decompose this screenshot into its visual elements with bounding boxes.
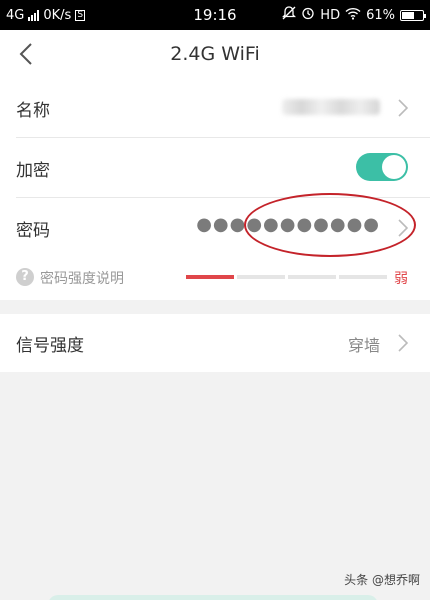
page-title: 2.4G WiFi: [170, 43, 260, 65]
mute-bell-icon: [282, 6, 297, 24]
password-strength-row: ? 密码强度说明 弱: [0, 258, 430, 300]
strength-bar-segment: [339, 275, 387, 279]
wifi-icon: [345, 7, 361, 24]
status-right: HD 61%: [282, 0, 426, 30]
name-label: 名称: [16, 101, 50, 121]
watermark: 头条 @想乔啊: [344, 573, 420, 587]
encryption-toggle[interactable]: [356, 153, 408, 181]
strength-bar-segment: [237, 275, 285, 279]
signal-label: 信号强度: [16, 336, 84, 356]
encryption-row: 加密: [0, 138, 430, 198]
chevron-left-icon: [19, 43, 32, 65]
battery-fill: [402, 11, 414, 19]
signal-strength-row[interactable]: 信号强度 穿墙: [0, 314, 430, 372]
encryption-label: 加密: [16, 161, 50, 181]
password-value: ●●●●●●●●●●●: [196, 214, 380, 235]
name-row[interactable]: 名称: [0, 78, 430, 138]
back-button[interactable]: [8, 36, 44, 72]
bottom-action-button[interactable]: [48, 595, 378, 600]
strength-level-label: 弱: [394, 271, 408, 287]
signal-value: 穿墙: [347, 336, 380, 355]
password-row[interactable]: 密码 ●●●●●●●●●●●: [0, 198, 430, 258]
battery-icon: [400, 9, 426, 21]
toggle-knob: [382, 155, 406, 179]
password-strength-help[interactable]: 密码强度说明: [40, 268, 124, 288]
chevron-right-icon: [398, 219, 408, 237]
name-value-obscured: [282, 99, 380, 115]
help-question-icon[interactable]: ?: [16, 268, 34, 286]
strength-bar-segment: [186, 275, 234, 279]
status-bar: 4G 0K/s S 19:16 HD 61%: [0, 0, 430, 30]
app-header: 2.4G WiFi: [0, 30, 430, 78]
battery-percent: 61%: [366, 7, 395, 23]
wifi-settings-card: 名称 加密 密码 ●●●●●●●●●●● ? 密码强度说明 弱: [0, 78, 430, 300]
chevron-right-icon: [398, 334, 408, 352]
hd-label: HD: [320, 7, 341, 23]
chevron-right-icon: [398, 99, 408, 117]
alarm-clock-icon: [301, 6, 315, 24]
strength-bar-segment: [288, 275, 336, 279]
password-label: 密码: [16, 221, 50, 241]
